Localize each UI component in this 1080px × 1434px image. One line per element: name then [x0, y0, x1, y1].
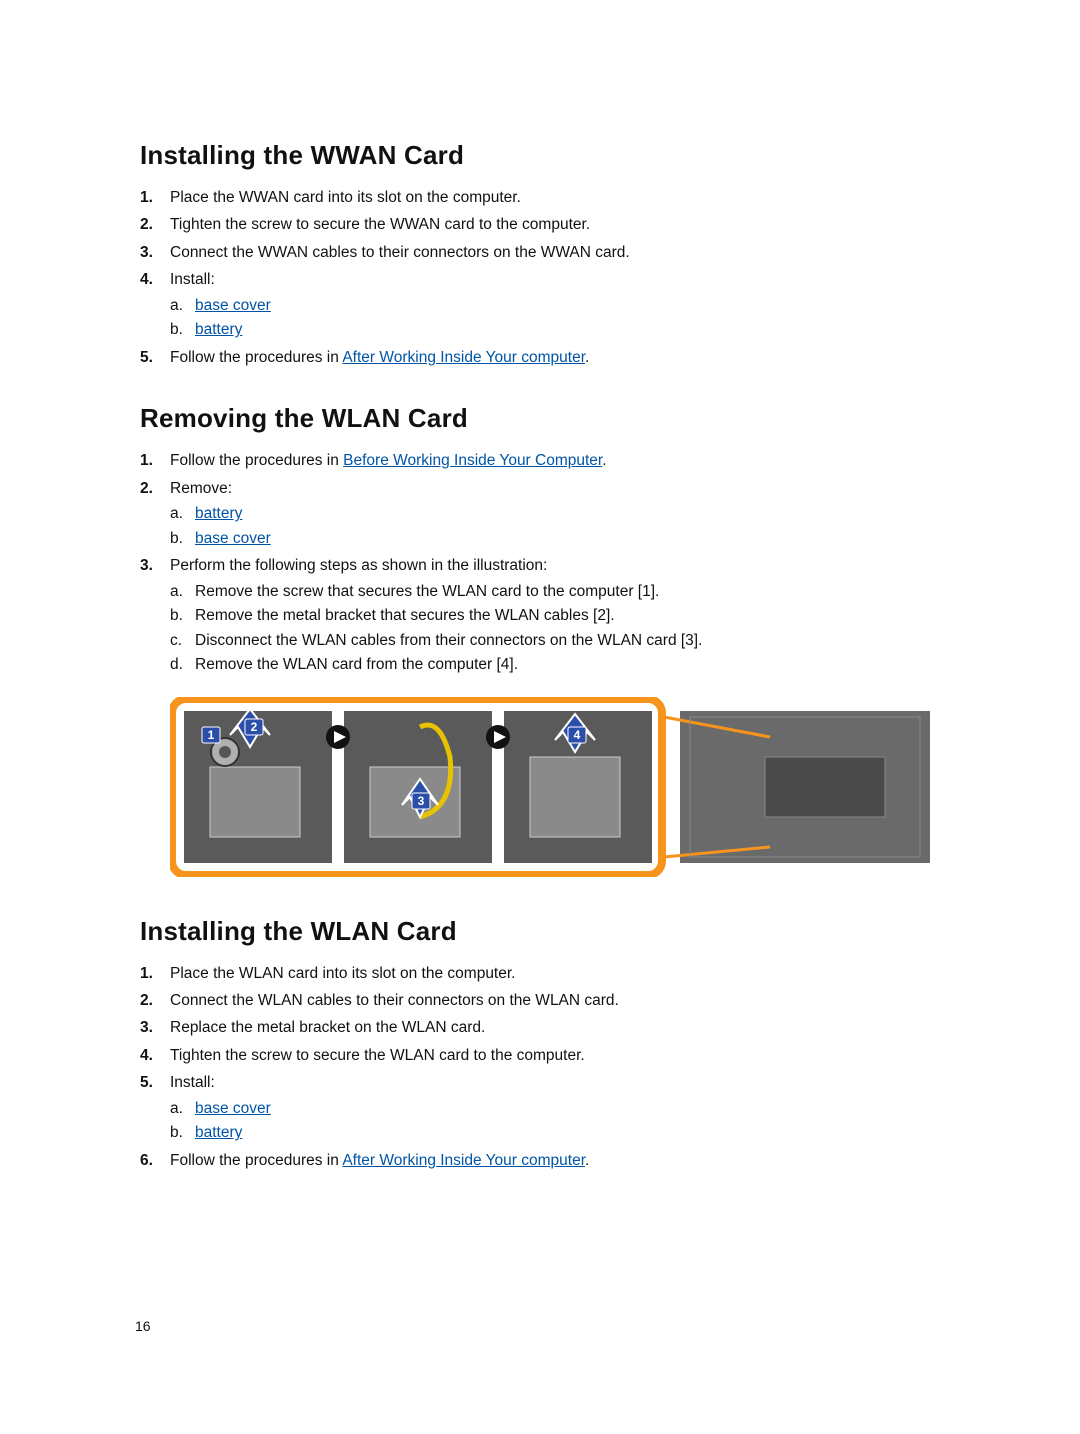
heading-removing-wlan: Removing the WLAN Card — [140, 403, 950, 434]
step-number: 3. — [140, 242, 153, 264]
step-item: 4. Tighten the screw to secure the WLAN c… — [140, 1045, 950, 1067]
substep-item: a. Remove the screw that secures the WLAN… — [170, 581, 950, 603]
step-text: Tighten the screw to secure the WWAN car… — [170, 216, 590, 233]
svg-text:1: 1 — [208, 728, 215, 742]
step-item: 1. Place the WLAN card into its slot on t… — [140, 963, 950, 985]
substep-item: c. Disconnect the WLAN cables from their … — [170, 630, 950, 652]
heading-installing-wlan: Installing the WLAN Card — [140, 916, 950, 947]
substep-letter: a. — [170, 1098, 183, 1120]
link-after-working-inside[interactable]: After Working Inside Your computer — [342, 1152, 585, 1169]
substep-letter: a. — [170, 295, 183, 317]
substep-letter: d. — [170, 654, 183, 676]
substep-item: b. battery — [170, 1122, 950, 1144]
step-item: 3. Connect the WWAN cables to their conne… — [140, 242, 950, 264]
substep-letter: b. — [170, 1122, 183, 1144]
step-text: Install: — [170, 1074, 215, 1091]
step-item: 1. Place the WWAN card into its slot on t… — [140, 187, 950, 209]
svg-text:3: 3 — [418, 794, 425, 808]
svg-text:4: 4 — [574, 728, 581, 742]
step-text: Install: — [170, 271, 215, 288]
step-text-pre: Follow the procedures in — [170, 349, 342, 366]
step-text: Place the WLAN card into its slot on the… — [170, 965, 515, 982]
link-base-cover[interactable]: base cover — [195, 297, 271, 314]
step-number: 6. — [140, 1150, 153, 1172]
step-text: Perform the following steps as shown in … — [170, 557, 547, 574]
step-item: 2. Connect the WLAN cables to their conne… — [140, 990, 950, 1012]
manual-page: Installing the WWAN Card 1. Place the WWA… — [0, 0, 1080, 1172]
step-number: 1. — [140, 963, 153, 985]
step-text: Replace the metal bracket on the WLAN ca… — [170, 1019, 485, 1036]
substeps: a. base cover b. battery — [170, 295, 950, 342]
substep-item: a. battery — [170, 503, 950, 525]
link-battery[interactable]: battery — [195, 321, 242, 338]
substep-text: Remove the metal bracket that secures th… — [195, 607, 615, 624]
step-text-pre: Follow the procedures in — [170, 1152, 342, 1169]
step-number: 1. — [140, 450, 153, 472]
substep-letter: a. — [170, 581, 183, 603]
step-item: 4. Install: a. base cover b. battery — [140, 269, 950, 341]
heading-installing-wwan: Installing the WWAN Card — [140, 140, 950, 171]
steps-installing-wlan: 1. Place the WLAN card into its slot on t… — [140, 963, 950, 1173]
step-item: 3. Perform the following steps as shown i… — [140, 555, 950, 676]
substep-text: Remove the WLAN card from the computer [… — [195, 656, 518, 673]
substep-item: b. battery — [170, 319, 950, 341]
substep-text: Disconnect the WLAN cables from their co… — [195, 632, 702, 649]
step-text: Tighten the screw to secure the WLAN car… — [170, 1047, 585, 1064]
step-number: 5. — [140, 347, 153, 369]
step-number: 5. — [140, 1072, 153, 1094]
substep-letter: a. — [170, 503, 183, 525]
substep-letter: c. — [170, 630, 182, 652]
steps-installing-wwan: 1. Place the WWAN card into its slot on t… — [140, 187, 950, 369]
step-item: 1. Follow the procedures in Before Workin… — [140, 450, 950, 472]
step-text-post: . — [602, 452, 606, 469]
step-text: Connect the WWAN cables to their connect… — [170, 244, 630, 261]
step-text: Remove: — [170, 480, 232, 497]
step-number: 3. — [140, 1017, 153, 1039]
step-item: 2. Tighten the screw to secure the WWAN c… — [140, 214, 950, 236]
wlan-removal-illustration: 1 2 3 4 — [170, 697, 950, 882]
substep-item: a. base cover — [170, 1098, 950, 1120]
step-number: 4. — [140, 269, 153, 291]
substep-letter: b. — [170, 319, 183, 341]
step-item: 2. Remove: a. battery b. base cover — [140, 478, 950, 550]
substeps: a. base cover b. battery — [170, 1098, 950, 1145]
step-text: Place the WWAN card into its slot on the… — [170, 189, 521, 206]
step-text-pre: Follow the procedures in — [170, 452, 343, 469]
step-number: 2. — [140, 478, 153, 500]
step-text-post: . — [585, 349, 589, 366]
step-item: 5. Follow the procedures in After Working… — [140, 347, 950, 369]
steps-removing-wlan: 1. Follow the procedures in Before Workin… — [140, 450, 950, 676]
step-number: 4. — [140, 1045, 153, 1067]
page-number: 16 — [135, 1318, 151, 1334]
step-text-post: . — [585, 1152, 589, 1169]
step-item: 5. Install: a. base cover b. battery — [140, 1072, 950, 1144]
link-base-cover[interactable]: base cover — [195, 1100, 271, 1117]
substep-item: d. Remove the WLAN card from the computer… — [170, 654, 950, 676]
step-item: 3. Replace the metal bracket on the WLAN … — [140, 1017, 950, 1039]
step-number: 2. — [140, 214, 153, 236]
link-battery[interactable]: battery — [195, 1124, 242, 1141]
substeps: a. Remove the screw that secures the WLAN… — [170, 581, 950, 677]
step-text: Connect the WLAN cables to their connect… — [170, 992, 619, 1009]
substep-item: b. base cover — [170, 528, 950, 550]
substep-letter: b. — [170, 528, 183, 550]
substep-item: a. base cover — [170, 295, 950, 317]
substeps: a. battery b. base cover — [170, 503, 950, 550]
link-after-working-inside[interactable]: After Working Inside Your computer — [342, 349, 585, 366]
link-battery[interactable]: battery — [195, 505, 242, 522]
link-before-working-inside[interactable]: Before Working Inside Your Computer — [343, 452, 602, 469]
step-item: 6. Follow the procedures in After Working… — [140, 1150, 950, 1172]
step-number: 1. — [140, 187, 153, 209]
svg-text:2: 2 — [251, 720, 258, 734]
substep-item: b. Remove the metal bracket that secures … — [170, 605, 950, 627]
substep-letter: b. — [170, 605, 183, 627]
illustration-svg: 1 2 3 4 — [170, 697, 940, 877]
step-number: 2. — [140, 990, 153, 1012]
step-number: 3. — [140, 555, 153, 577]
substep-text: Remove the screw that secures the WLAN c… — [195, 583, 659, 600]
link-base-cover[interactable]: base cover — [195, 530, 271, 547]
